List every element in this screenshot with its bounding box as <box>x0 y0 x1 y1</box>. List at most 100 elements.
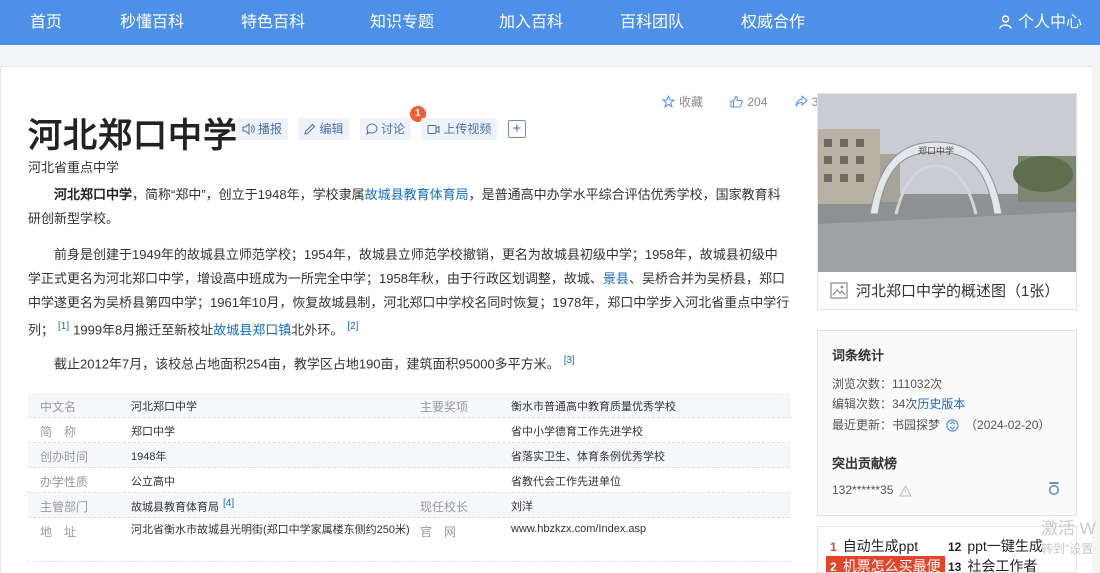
link-education-bureau[interactable]: 故城县教育体育局 <box>365 187 469 202</box>
summary-caption[interactable]: 河北郑口中学的概述图（1张） <box>830 280 1059 301</box>
user-center-label: 个人中心 <box>1017 14 1082 31</box>
hot-rank: 13 <box>948 560 962 573</box>
last-updated-date: （2024-02-20） <box>965 418 1051 432</box>
page-subtitle: 河北省重点中学 <box>28 160 120 175</box>
star-icon <box>661 94 676 109</box>
info-label: 现任校长 <box>420 500 469 514</box>
summary-caption-text: 河北郑口中学的概述图（1张） <box>856 283 1060 300</box>
hot-text: 自动生成ppt <box>842 538 919 554</box>
history-paragraph: 前身是创建于1949年的故城县立师范学校；1954年，故城县立师范学校撤销，更名… <box>28 243 790 342</box>
broadcast-label: 播报 <box>258 122 283 136</box>
hot-item[interactable]: 12 ppt一键生成 <box>948 536 1043 556</box>
info-value: www.hbzkzx.com/Index.asp <box>511 523 647 535</box>
page-title: 河北郑口中学 <box>28 117 238 155</box>
statistics-heading: 词条统计 <box>832 348 885 363</box>
info-value: 河北省衡水市故城县光明街(郑口中学家属楼东侧约250米) <box>131 524 410 536</box>
nav-cooperation[interactable]: 权威合作 <box>741 0 805 45</box>
info-label: 创办时间 <box>40 450 89 464</box>
nav-team[interactable]: 百科团队 <box>620 0 684 45</box>
school-gate-photo[interactable]: 郑口中学 <box>818 94 1076 272</box>
info-row: 主管部门 故城县教育体育局 [4] 现任校长 刘洋 <box>28 493 790 518</box>
history-versions-link[interactable]: 历史版本 <box>917 397 965 411</box>
school-gate-image: 郑口中学 <box>818 94 1076 272</box>
info-row: 创办时间 1948年 省落实卫生、体育条例优秀学校 <box>28 443 790 468</box>
info-label: 中文名 <box>40 400 77 414</box>
windows-activation-watermark: 激活 W <box>1041 519 1096 538</box>
info-value: 省教代会工作先进单位 <box>511 476 621 488</box>
gallery-icon <box>830 282 848 299</box>
info-value: 衡水市普通高中教育质量优秀学校 <box>511 401 676 413</box>
last-updated-user[interactable]: 书园探梦 <box>892 418 940 432</box>
like-button[interactable]: 204 <box>730 95 779 109</box>
last-updated: 最近更新：书园探梦 （2024-02-20） <box>832 416 1050 433</box>
info-label: 办学性质 <box>40 475 89 489</box>
hot-item[interactable]: 13 社会工作者 <box>948 556 1038 573</box>
info-label: 地 址 <box>40 525 77 539</box>
reference-4[interactable]: [4] <box>223 498 234 509</box>
area-text: 截止2012年7月，该校总占地面积254亩，教学区占地190亩，建筑面积9500… <box>54 356 560 372</box>
video-icon <box>427 125 440 134</box>
pencil-icon <box>304 123 316 135</box>
edit-button[interactable]: 编辑 <box>298 118 350 140</box>
info-value: 郑口中学 <box>131 426 175 438</box>
upload-video-label: 上传视频 <box>443 122 492 136</box>
history-text-4: 北外环。 <box>291 322 344 338</box>
reference-1[interactable]: [1] <box>58 321 69 332</box>
contributors-heading: 突出贡献榜 <box>832 456 898 471</box>
hot-text: 社会工作者 <box>967 558 1038 573</box>
sync-icon <box>946 419 959 432</box>
view-count: 浏览次数：111032次 <box>832 377 943 391</box>
info-value-text: 故城县教育体育局 <box>131 501 219 514</box>
broadcast-button[interactable]: 播报 <box>236 118 289 140</box>
hot-item[interactable]: 2 机票怎么买最便 <box>826 556 945 573</box>
info-label: 官 网 <box>420 525 457 539</box>
contributor-name: 132******35 <box>832 483 894 497</box>
discuss-label: 讨论 <box>380 122 405 136</box>
discuss-button[interactable]: 讨论 1 <box>359 106 426 140</box>
windows-activation-watermark-sub: 转到"设置 <box>1041 542 1094 556</box>
nav-join[interactable]: 加入百科 <box>499 0 563 45</box>
area-paragraph: 截止2012年7月，该校总占地面积254亩，教学区占地190亩，建筑面积9500… <box>28 349 790 376</box>
edit-label: 编辑 <box>319 122 344 136</box>
link-jingxian[interactable]: 景县 <box>603 271 629 286</box>
info-box: 中文名 河北郑口中学 主要奖项 衡水市普通高中教育质量优秀学校 简 称 郑口中学… <box>28 393 790 562</box>
info-label: 主要奖项 <box>420 400 469 414</box>
intro-paragraph: 河北郑口中学，简称“郑中”，创立于1948年，学校隶属故城县教育体育局，是普通高… <box>28 183 790 231</box>
contributor-rank-icon[interactable] <box>1048 481 1060 496</box>
top-nav: 首页 秒懂百科 特色百科 知识专题 加入百科 百科团队 权威合作 个人中心 <box>0 0 1100 45</box>
chat-bubble-icon <box>366 123 378 136</box>
info-value: 省中小学德育工作先进学校 <box>511 426 643 438</box>
reference-3[interactable]: [3] <box>564 355 575 366</box>
nav-user-center[interactable]: 个人中心 <box>999 0 1082 45</box>
nav-miaodong[interactable]: 秒懂百科 <box>120 0 184 45</box>
history-text-3: 1999年8月搬迁至新校址 <box>73 322 214 338</box>
info-row: 地 址 河北省衡水市故城县光明街(郑口中学家属楼东侧约250米) 官 网 www… <box>28 518 790 562</box>
info-value: 1948年 <box>131 451 167 463</box>
entry-statistics: 词条统计 浏览次数：111032次 编辑次数：34次历史版本 最近更新：书园探梦… <box>817 330 1077 516</box>
add-button[interactable]: + <box>507 120 526 138</box>
info-value: 省落实卫生、体育条例优秀学校 <box>511 451 665 463</box>
nav-featured[interactable]: 特色百科 <box>241 0 305 45</box>
intro-text-1: ，简称“郑中”，创立于1948年，学校隶属 <box>132 187 365 202</box>
upload-video-button[interactable]: 上传视频 <box>421 118 498 140</box>
info-value: 公立高中 <box>131 476 175 488</box>
edit-count-text: 编辑次数：34次 <box>832 397 918 411</box>
contributor-item[interactable]: 132******35 <box>832 483 918 497</box>
hot-rank: 12 <box>948 540 962 554</box>
hot-text: ppt一键生成 <box>967 538 1043 554</box>
collect-button[interactable]: 收藏 <box>661 93 715 110</box>
hot-item[interactable]: 1 自动生成ppt <box>830 536 918 556</box>
info-label: 简 称 <box>40 425 77 439</box>
speaker-icon <box>242 122 255 136</box>
summary-picture-card[interactable]: 郑口中学 河北郑口中学的概述图（1张） <box>817 93 1077 310</box>
info-value: 刘洋 <box>511 501 533 513</box>
hot-rank: 2 <box>830 560 837 573</box>
info-row: 简 称 郑口中学 省中小学德育工作先进学校 <box>28 418 790 443</box>
nav-topics[interactable]: 知识专题 <box>370 0 434 45</box>
reference-2[interactable]: [2] <box>347 321 358 332</box>
nav-home[interactable]: 首页 <box>30 0 62 45</box>
share-icon <box>795 94 808 107</box>
link-zhengkou-town[interactable]: 故城县郑口镇 <box>213 322 291 337</box>
title-toolbar: 播报 编辑 讨论 1 上传视频 + <box>236 106 532 140</box>
hot-rank: 1 <box>830 540 837 554</box>
